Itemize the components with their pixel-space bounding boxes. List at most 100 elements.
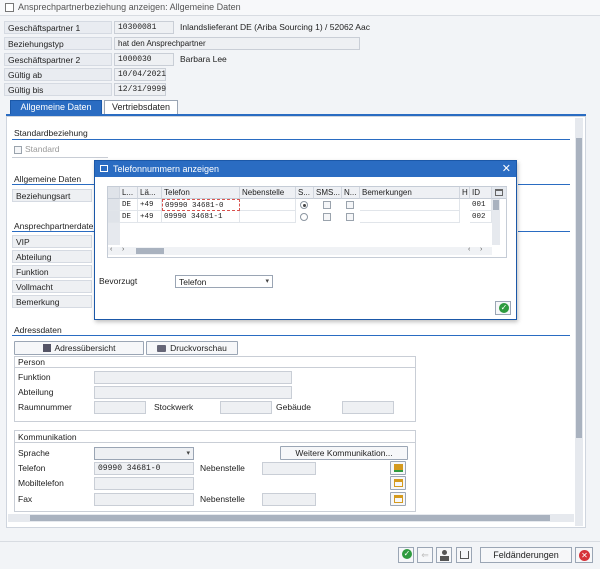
druckvorschau-button[interactable]: Druckvorschau: [146, 341, 238, 355]
cell-telefon[interactable]: 09990 34681-0: [162, 199, 240, 211]
bevorzugt-select[interactable]: Telefon ▾: [175, 275, 273, 288]
person-icon[interactable]: [436, 547, 452, 563]
gp1-label: Geschäftspartner 1: [4, 21, 112, 34]
cell-vorwahl: +49: [138, 199, 162, 211]
grid-vertical-scrollbar[interactable]: [492, 199, 500, 245]
chevron-down-icon: ▾: [186, 450, 190, 457]
section-divider: [12, 139, 570, 140]
col-land[interactable]: L...: [120, 187, 138, 199]
section-divider: [518, 184, 570, 185]
section-divider: [12, 335, 570, 336]
funktion-label: Funktion: [12, 265, 92, 278]
mobiltelefon-field[interactable]: [94, 477, 194, 490]
cell-bemerkungen: [360, 199, 460, 211]
gueltig-ab-field[interactable]: 10/04/2021: [114, 68, 166, 81]
telefon-more-icon[interactable]: [390, 461, 406, 475]
cancel-button[interactable]: ✕: [575, 547, 593, 563]
cell-nebenstelle: [240, 199, 296, 211]
sms-checkbox[interactable]: [323, 213, 331, 221]
fax-field[interactable]: [94, 493, 194, 506]
standard-checkbox-label: Standard: [25, 144, 60, 154]
main-vertical-scrollbar[interactable]: [575, 118, 583, 526]
gueltig-ab-label: Gültig ab: [4, 68, 112, 81]
adressuebersicht-button-label: Adressübersicht: [54, 343, 116, 353]
cell-land: DE: [120, 211, 138, 223]
person-funktion-field[interactable]: [94, 371, 292, 384]
col-vorwahl[interactable]: Lä...: [138, 187, 162, 199]
col-bemerkungen[interactable]: Bemerkungen: [360, 187, 460, 199]
chevron-left-icon[interactable]: ‹: [468, 246, 470, 253]
col-sms[interactable]: SMS...: [314, 187, 342, 199]
beziehungstyp-field[interactable]: hat den Ansprechpartner: [114, 37, 360, 50]
bevorzugt-value: Telefon: [179, 277, 207, 287]
standard-radio[interactable]: [300, 201, 308, 209]
chevron-left-icon[interactable]: ‹: [110, 246, 112, 253]
nebenstelle-field[interactable]: [262, 462, 316, 475]
window-titlebar: Ansprechpartnerbeziehung anzeigen: Allge…: [0, 0, 600, 16]
sms-checkbox[interactable]: [323, 201, 331, 209]
standard-checkbox[interactable]: [14, 146, 22, 154]
person-funktion-label: Funktion: [18, 372, 51, 382]
gp2-field[interactable]: 1000030: [114, 53, 174, 66]
gueltig-bis-field[interactable]: 12/31/9999: [114, 83, 166, 96]
fax-nebenstelle-label: Nebenstelle: [200, 494, 245, 504]
cell-telefon[interactable]: 09990 34681-1: [162, 211, 240, 223]
chevron-right-icon[interactable]: ›: [480, 246, 482, 253]
mobiltelefon-label: Mobiltelefon: [18, 478, 64, 488]
phone-grid: L... Lä... Telefon Nebenstelle S... SMS.…: [107, 186, 507, 258]
vip-label: VIP: [12, 235, 92, 248]
grid-settings-icon[interactable]: [492, 187, 507, 199]
row-selector[interactable]: [108, 211, 120, 223]
bemerkung-label: Bemerkung: [12, 295, 92, 308]
ansprech-section-title: Ansprechpartnerdate: [14, 221, 94, 231]
dialog-icon: [100, 165, 108, 172]
sprache-select[interactable]: ▾: [94, 447, 194, 460]
standard-radio[interactable]: [300, 213, 308, 221]
nicht-checkbox[interactable]: [346, 201, 354, 209]
telefon-field[interactable]: 09990 34681-0: [94, 462, 194, 475]
tab-vertriebsdaten[interactable]: Vertriebsdaten: [104, 100, 178, 114]
col-nebenstelle[interactable]: Nebenstelle: [240, 187, 296, 199]
adressuebersicht-button[interactable]: Adressübersicht: [14, 341, 144, 355]
scrollbar-thumb[interactable]: [576, 138, 582, 438]
main-horizontal-scrollbar[interactable]: [8, 514, 574, 522]
raumnummer-field[interactable]: [94, 401, 146, 414]
col-standard[interactable]: S...: [296, 187, 314, 199]
chevron-right-icon[interactable]: ›: [122, 246, 124, 253]
section-divider: [12, 184, 94, 185]
feldaenderungen-button[interactable]: Feldänderungen: [480, 547, 572, 563]
section-divider: [518, 231, 570, 232]
mobil-more-icon[interactable]: [390, 476, 406, 490]
gp1-field[interactable]: 10300081: [114, 21, 174, 34]
printer-icon: [157, 345, 167, 352]
person-abteilung-field[interactable]: [94, 386, 292, 399]
tab-allgemeine-daten[interactable]: Allgemeine Daten: [10, 100, 102, 114]
col-h[interactable]: H: [460, 187, 470, 199]
grid-select-all[interactable]: [108, 187, 120, 199]
gebaeude-field[interactable]: [342, 401, 394, 414]
ok-button[interactable]: [398, 547, 414, 563]
fax-nebenstelle-field[interactable]: [262, 493, 316, 506]
weitere-kommunikation-button[interactable]: Weitere Kommunikation...: [280, 446, 408, 460]
cell-bemerkungen: [360, 211, 460, 223]
col-telefon[interactable]: Telefon: [162, 187, 240, 199]
back-arrow-icon[interactable]: ⇐: [417, 547, 433, 563]
scrollbar-thumb[interactable]: [493, 200, 499, 210]
row-selector[interactable]: [108, 199, 120, 211]
close-icon[interactable]: ✕: [502, 162, 511, 175]
stockwerk-field[interactable]: [220, 401, 272, 414]
grid-horizontal-scrollbar[interactable]: ‹ › ‹ ›: [108, 246, 492, 255]
divider: [15, 442, 415, 443]
person-title: Person: [18, 357, 45, 367]
nicht-checkbox[interactable]: [346, 213, 354, 221]
scrollbar-thumb[interactable]: [136, 248, 164, 254]
cancel-icon: ✕: [579, 550, 590, 561]
scrollbar-thumb[interactable]: [30, 515, 550, 521]
cell-vorwahl: +49: [138, 211, 162, 223]
fax-more-icon[interactable]: [390, 492, 406, 506]
col-id[interactable]: ID: [470, 187, 492, 199]
stockwerk-label: Stockwerk: [154, 402, 194, 412]
col-nicht[interactable]: N...: [342, 187, 360, 199]
hierarchy-icon[interactable]: [456, 547, 472, 563]
dialog-ok-button[interactable]: [495, 301, 511, 315]
